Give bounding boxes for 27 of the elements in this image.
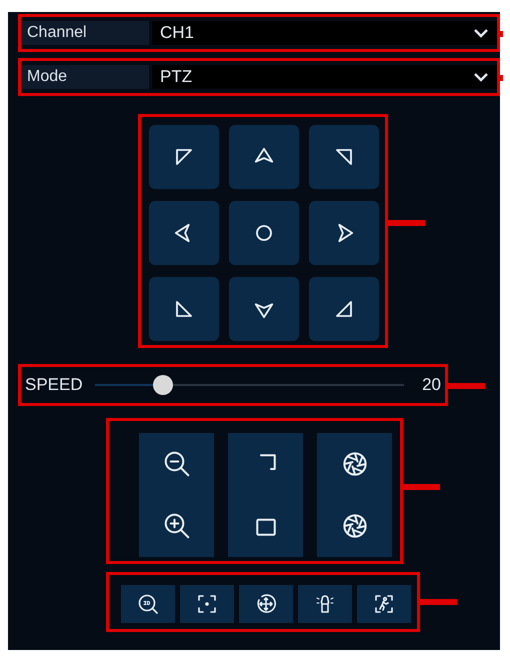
speed-label: SPEED xyxy=(25,375,83,395)
running-person-icon xyxy=(372,592,396,616)
direction-button[interactable] xyxy=(229,277,299,341)
direction-button[interactable] xyxy=(149,201,219,265)
speed-value: 20 xyxy=(422,375,441,395)
magnifier-3d-icon xyxy=(136,592,160,616)
lens-button[interactable] xyxy=(139,495,214,557)
lens-button[interactable] xyxy=(139,433,214,495)
tool-button[interactable] xyxy=(121,585,175,623)
focus-frame-icon xyxy=(195,592,219,616)
direction-button[interactable] xyxy=(229,201,299,265)
slider-thumb[interactable] xyxy=(152,375,173,395)
lens-button[interactable] xyxy=(228,495,303,557)
field-label: Channel xyxy=(21,21,149,45)
field-label: Mode xyxy=(21,65,149,89)
tool-button[interactable] xyxy=(239,585,293,623)
direction-button[interactable] xyxy=(229,125,299,189)
lens-button[interactable] xyxy=(317,495,392,557)
tool-button[interactable] xyxy=(180,585,234,623)
dropdown-field[interactable]: PTZ xyxy=(152,65,497,89)
chevron-down-icon xyxy=(473,72,489,82)
lens-button[interactable] xyxy=(317,433,392,495)
tool-button[interactable] xyxy=(298,585,352,623)
tool-button[interactable] xyxy=(357,585,411,623)
dropdown-field[interactable]: CH1 xyxy=(152,21,497,45)
direction-button[interactable] xyxy=(309,201,379,265)
chevron-down-icon xyxy=(473,28,489,38)
